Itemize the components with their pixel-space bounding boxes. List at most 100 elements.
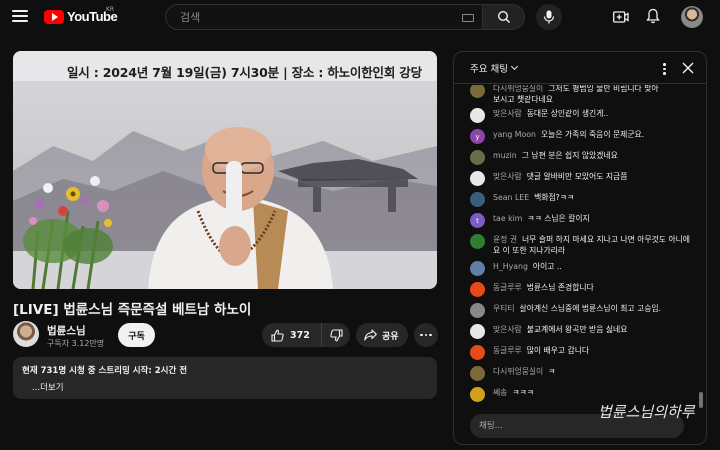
chat-message: 동글루루 많이 배우고 갑니다: [470, 345, 694, 360]
keyboard-icon[interactable]: [462, 14, 474, 22]
chat-message: 다시뛰엉뭉실이 ㅋ: [470, 366, 694, 381]
thumbs-up-icon: [271, 329, 284, 342]
chat-text: 법륜스님 존경합니다: [526, 283, 594, 292]
chat-avatar[interactable]: [470, 85, 485, 98]
region-label: KR: [106, 6, 115, 13]
chat-author[interactable]: 동글루루: [493, 346, 522, 355]
chat-avatar[interactable]: [470, 387, 485, 402]
chat-text: ㅋㅋ 스님은 칼이지: [527, 214, 590, 223]
chat-mode-dropdown[interactable]: 주요 채팅: [470, 61, 519, 75]
chat-author[interactable]: 동글루루: [493, 283, 522, 292]
chat-message: 쎄송 ㅋㅋㅋ: [470, 387, 694, 402]
more-actions-button[interactable]: [414, 323, 438, 347]
chat-message: 맞은사람 댓글 알바비만 모았어도 지금쯤: [470, 171, 694, 186]
chat-input[interactable]: [470, 414, 684, 438]
chat-text: 불교계에서 왕곡만 받음 싫네요: [526, 325, 628, 334]
chat-avatar[interactable]: [470, 282, 485, 297]
like-button[interactable]: 372: [262, 323, 322, 347]
channel-name[interactable]: 법륜스님: [47, 323, 86, 338]
chat-text: 너무 슬퍼 하지 마세요 지나고 나면 아무것도 아니에요 이 또한 지나가리라: [493, 235, 690, 255]
notifications-button[interactable]: [646, 8, 660, 28]
chat-message: 윤정 권 너무 슬퍼 하지 마세요 지나고 나면 아무것도 아니에요 이 또한 지…: [470, 234, 694, 256]
top-bar: YouTube KR: [0, 0, 720, 34]
chat-author[interactable]: tae kim: [493, 214, 522, 223]
chat-text: 그저도 평범잉 물만 비립니다 맞아: [548, 85, 659, 93]
chat-avatar[interactable]: [470, 345, 485, 360]
chat-avatar[interactable]: [470, 261, 485, 276]
youtube-logo[interactable]: YouTube KR: [44, 6, 118, 24]
account-avatar[interactable]: [681, 6, 703, 28]
thumbs-down-icon: [329, 328, 343, 341]
search-icon: [497, 10, 510, 24]
share-label: 공유: [382, 331, 399, 342]
chat-author[interactable]: muzin: [493, 151, 517, 160]
search-button[interactable]: [483, 4, 525, 30]
search-input[interactable]: [180, 10, 460, 24]
banner-text: 일시 : 2024년 7월 19일(금) 7시30분 | 장소 : 하노이한인회…: [67, 65, 422, 80]
chat-author[interactable]: 쎄송: [493, 388, 507, 397]
live-chat-panel: 주요 채팅 다시뛰엉뭉실이 그저도 평범잉 물만 비립니다 맞아보시고 챗같다네요…: [453, 51, 707, 445]
chat-avatar[interactable]: y: [470, 129, 485, 144]
chat-message: 다시뛰엉뭉실이 그저도 평범잉 물만 비립니다 맞아보시고 챗같다네요: [470, 85, 694, 105]
video-player[interactable]: 일시 : 2024년 7월 19일(금) 7시30분 | 장소 : 하노이한인회…: [13, 51, 437, 289]
description-box[interactable]: 현재 731명 시청 중 스트리밍 시작: 2시간 전 ...더보기: [13, 357, 437, 399]
mic-icon: [543, 10, 555, 24]
chat-message-list[interactable]: 다시뛰엉뭉실이 그저도 평범잉 물만 비립니다 맞아 보시고 챗같다네요 맞은사람 동…: [454, 85, 706, 403]
chat-text: 백화점?ㅋㅋ: [534, 193, 575, 202]
chat-header: 주요 채팅: [454, 52, 706, 84]
show-more-link[interactable]: ...더보기: [22, 381, 428, 393]
chat-text: 많이 배우고 갑니다: [526, 346, 590, 355]
chat-avatar[interactable]: [470, 234, 485, 249]
youtube-play-icon: [44, 9, 64, 24]
chat-author[interactable]: 맞은사람: [493, 172, 522, 181]
share-icon: [364, 329, 377, 341]
share-button[interactable]: 공유: [356, 323, 408, 347]
chat-avatar[interactable]: [470, 324, 485, 339]
channel-avatar[interactable]: [13, 321, 39, 347]
voice-search-button[interactable]: [536, 4, 562, 30]
chat-text: 아이고 ..: [532, 262, 562, 271]
chat-author[interactable]: 맞은사람: [493, 109, 522, 118]
chat-text: 보시고 챗같다네요: [493, 95, 553, 104]
chat-author[interactable]: 우티티: [493, 304, 515, 313]
close-icon[interactable]: [681, 61, 695, 75]
chat-avatar[interactable]: [470, 171, 485, 186]
like-dislike-group: 372: [262, 323, 350, 347]
chat-message: t tae kim ㅋㅋ 스님은 칼이지: [470, 213, 694, 228]
video-frame: [13, 51, 437, 289]
chat-avatar[interactable]: [470, 192, 485, 207]
chat-text: 오늘은 가족의 죽음이 문제군요.: [540, 130, 645, 139]
create-button[interactable]: [613, 9, 629, 28]
chat-author[interactable]: 맞은사람: [493, 325, 522, 334]
chat-message: 우티티 살아계신 스님중에 법륜스님이 최고 고승임.: [470, 303, 694, 318]
chat-message: Sean LEE 백화점?ㅋㅋ: [470, 192, 694, 207]
chat-text: ㅋㅋㅋ: [512, 388, 534, 397]
like-count: 372: [290, 329, 310, 341]
chat-input-row: [454, 404, 706, 444]
chat-text: 그 남편 분은 쉽지 않았겠네요: [521, 151, 618, 160]
bell-icon: [646, 8, 660, 24]
chat-mode-label: 주요 채팅: [470, 63, 508, 75]
chat-message: y yang Moon 오늘은 가족의 죽음이 문제군요.: [470, 129, 694, 144]
chat-author[interactable]: Sean LEE: [493, 193, 529, 202]
chat-avatar[interactable]: [470, 108, 485, 123]
dislike-button[interactable]: [322, 323, 350, 347]
chat-author[interactable]: 윤정 권: [493, 235, 517, 244]
chat-avatar[interactable]: [470, 150, 485, 165]
chat-author[interactable]: 다시뛰엉뭉실이: [493, 367, 543, 376]
chat-avatar[interactable]: [470, 366, 485, 381]
chat-message: 동글루루 법륜스님 존경합니다: [470, 282, 694, 297]
chat-author[interactable]: H_Hyang: [493, 262, 528, 271]
chat-avatar[interactable]: t: [470, 213, 485, 228]
chevron-down-icon: [510, 62, 519, 70]
subscribe-button[interactable]: 구독: [118, 323, 155, 347]
chat-message: 맞은사람 불교계에서 왕곡만 받음 싫네요: [470, 324, 694, 339]
menu-icon[interactable]: [12, 8, 28, 24]
chat-author[interactable]: yang Moon: [493, 130, 536, 139]
view-stats: 현재 731명 시청 중 스트리밍 시작: 2시간 전: [22, 366, 188, 376]
chat-author[interactable]: 다시뛰엉뭉실이: [493, 85, 543, 93]
video-title: [LIVE] 법륜스님 즉문즉설 베트남 하노이: [13, 302, 252, 318]
chat-message: 맞은사람 동대문 상인같이 생긴게..: [470, 108, 694, 123]
chat-avatar[interactable]: [470, 303, 485, 318]
chat-options-icon[interactable]: [659, 61, 670, 77]
